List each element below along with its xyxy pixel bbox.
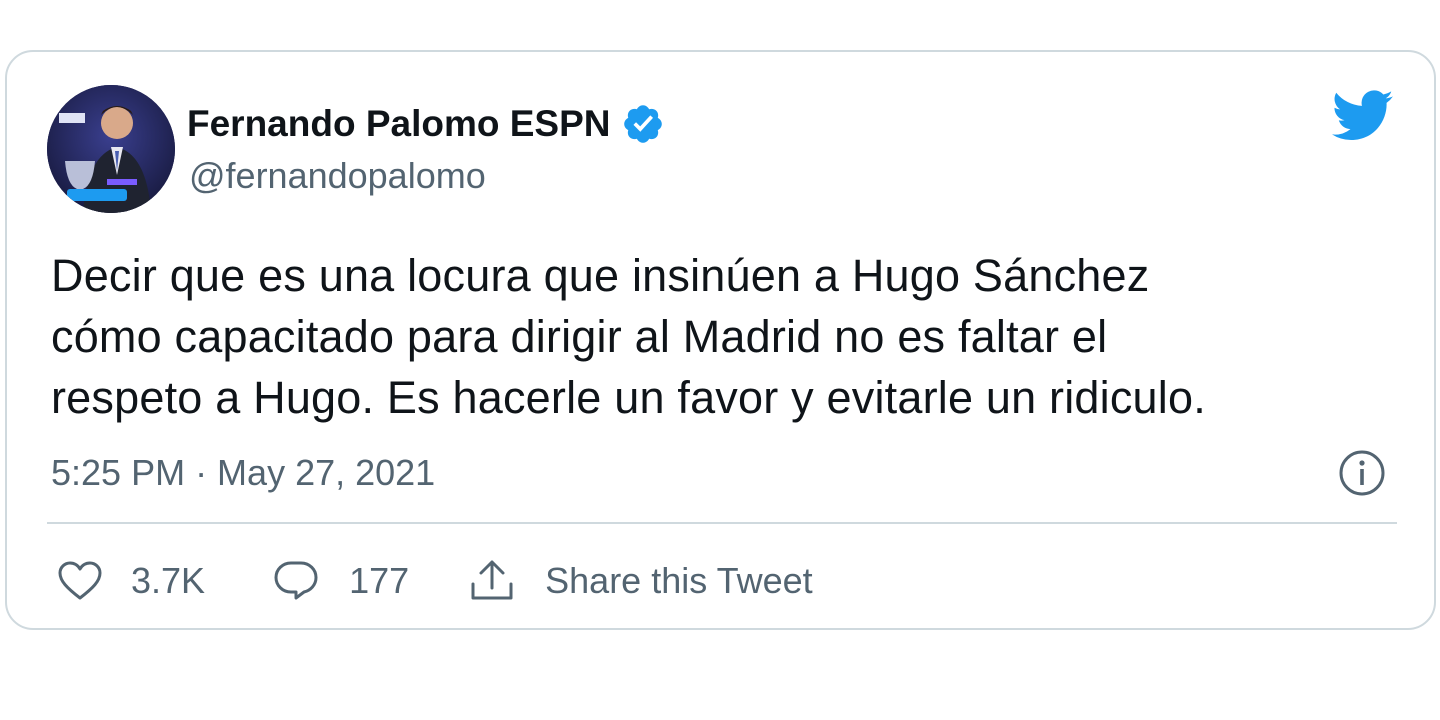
- tweet-timestamp[interactable]: 5:25 PM · May 27, 2021: [51, 452, 435, 494]
- reply-button[interactable]: 177: [271, 556, 409, 606]
- verified-badge-icon: [623, 105, 662, 143]
- author-row: Fernando Palomo ESPN: [187, 102, 665, 146]
- heart-icon: [58, 561, 102, 600]
- share-button[interactable]: Share this Tweet: [467, 556, 813, 606]
- info-icon[interactable]: [1337, 448, 1387, 498]
- share-label: Share this Tweet: [545, 560, 813, 601]
- like-button[interactable]: 3.7K: [55, 556, 205, 606]
- avatar[interactable]: [47, 85, 175, 213]
- reply-bubble-icon: [274, 561, 318, 600]
- tweet-text: Decir que es una locura que insinúen a H…: [51, 250, 1206, 423]
- share-icon: [471, 560, 513, 600]
- author-handle[interactable]: @fernandopalomo: [189, 155, 486, 197]
- tweet-actions: 3.7K 177 Share this Tweet: [55, 554, 813, 608]
- divider: [47, 522, 1397, 524]
- twitter-bird-icon[interactable]: [1332, 90, 1394, 142]
- author-name[interactable]: Fernando Palomo ESPN: [187, 103, 611, 145]
- like-count: 3.7K: [131, 560, 206, 601]
- tweet-card[interactable]: Fernando Palomo ESPN @fernandopalomo Dec…: [5, 50, 1436, 630]
- reply-count: 177: [349, 560, 410, 601]
